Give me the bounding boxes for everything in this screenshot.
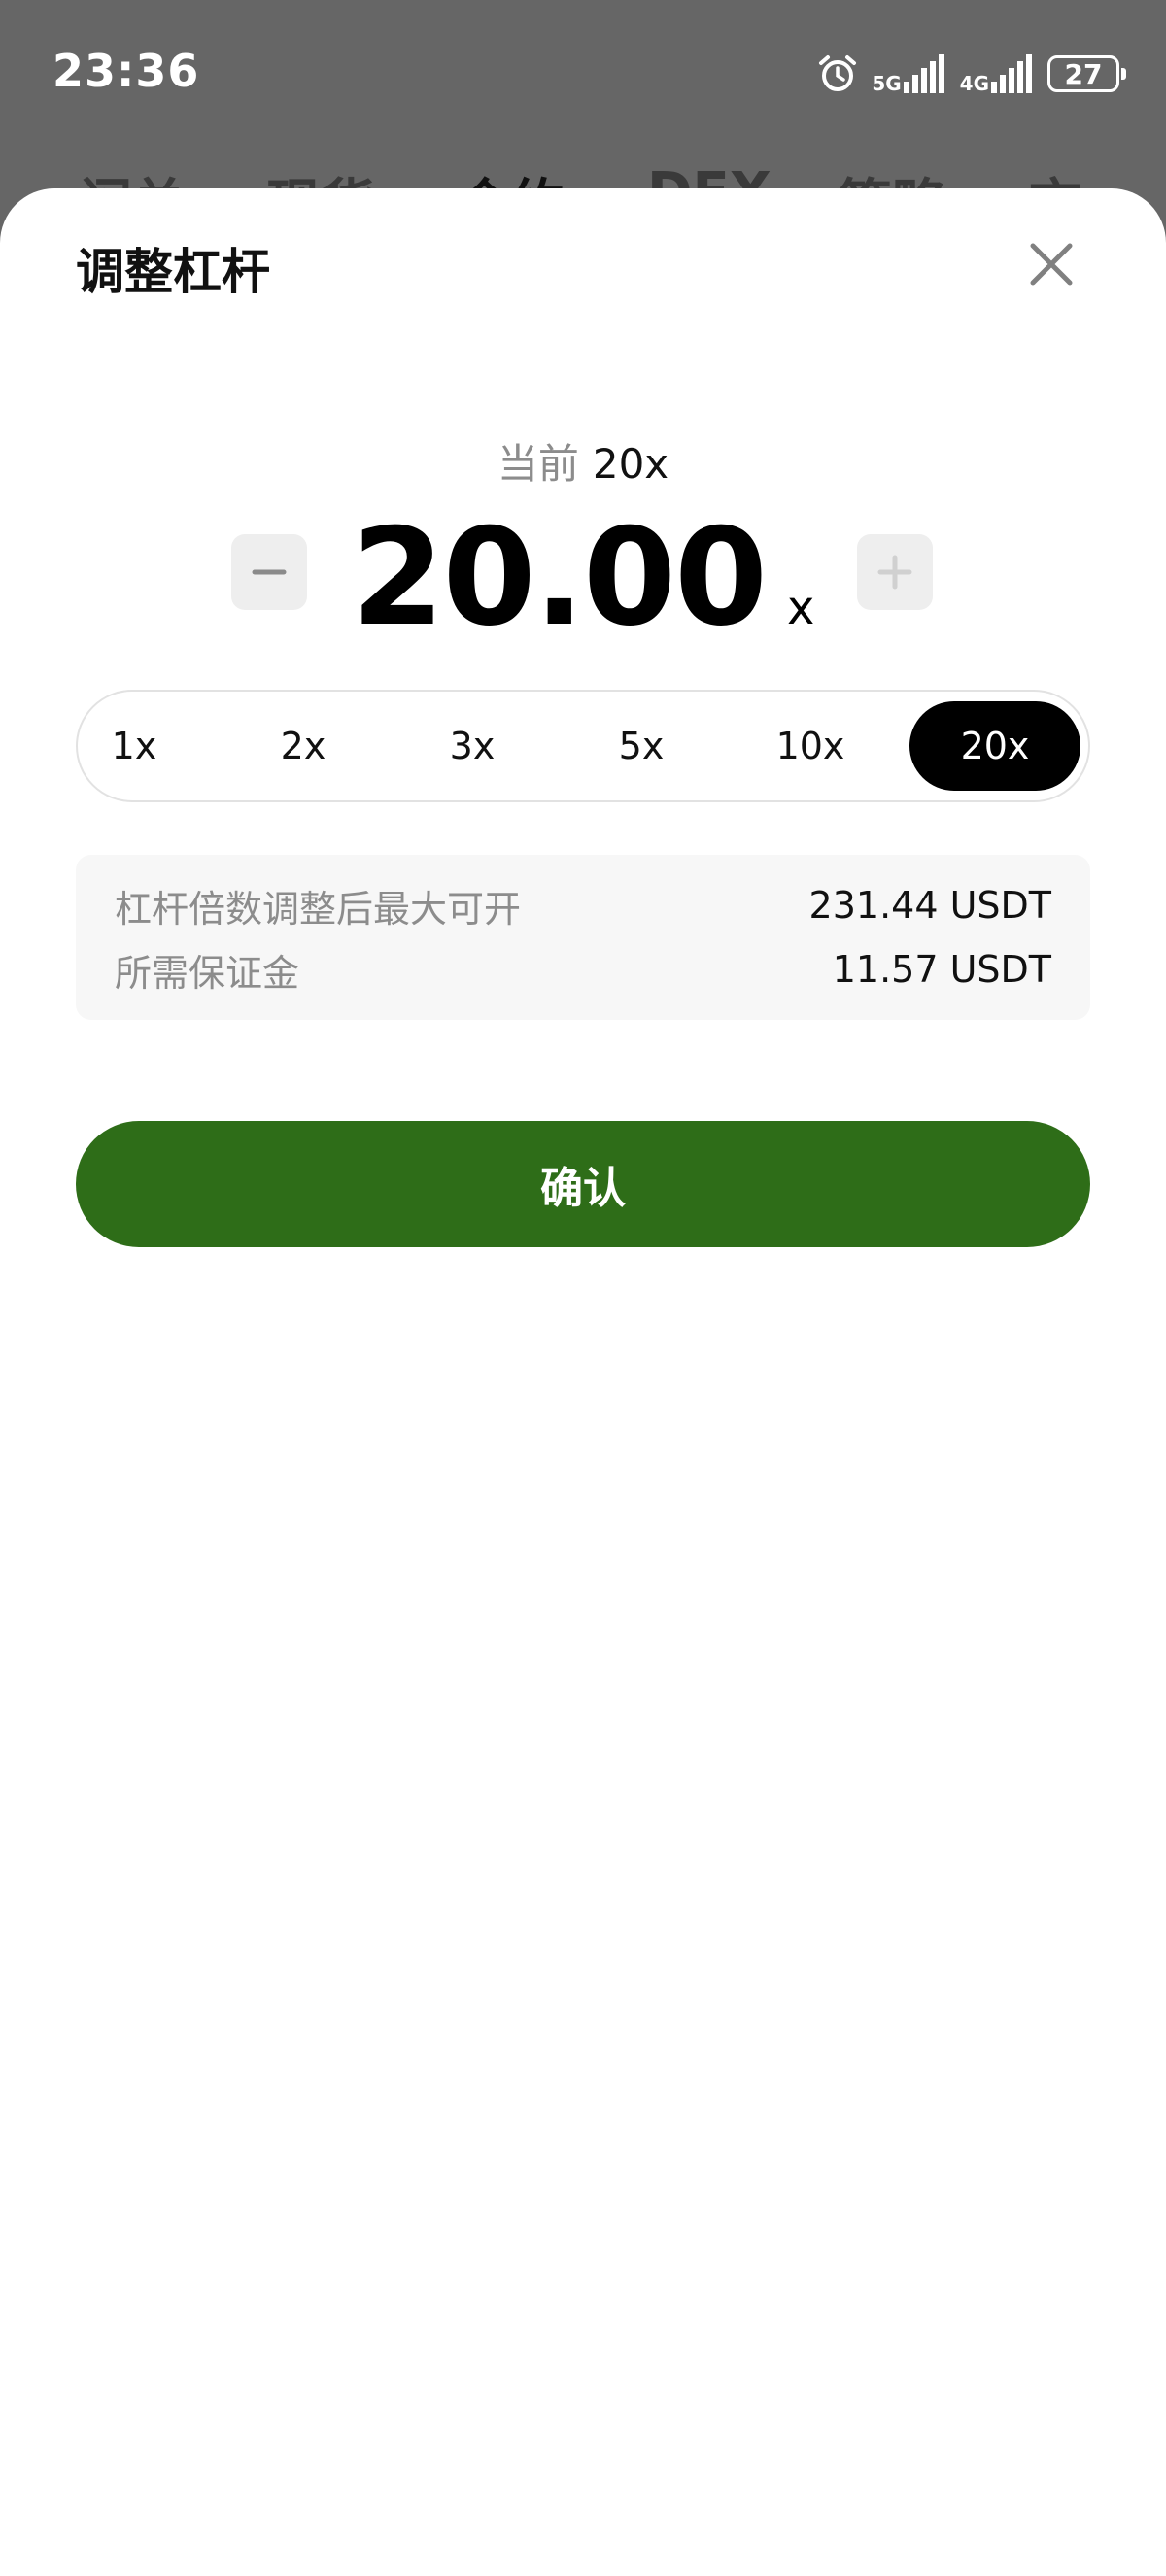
- signal-icon: [991, 54, 1032, 93]
- sheet-title: 调整杠杆: [76, 244, 270, 300]
- preset-1x[interactable]: 1x: [86, 701, 183, 791]
- status-bar: 23:36 5G 4G 27: [0, 0, 1166, 148]
- network-4g: 4G: [960, 54, 1034, 93]
- margin-value: 11.57 USDT: [832, 948, 1051, 991]
- network-5g: 5G: [872, 54, 945, 93]
- status-time: 23:36: [52, 45, 200, 97]
- battery-level: 27: [1064, 57, 1103, 90]
- preset-5x[interactable]: 5x: [593, 701, 690, 791]
- max-open-value: 231.44 USDT: [808, 884, 1051, 927]
- leverage-info-box: 杠杆倍数调整后最大可开 231.44 USDT 所需保证金 11.57 USDT: [76, 855, 1090, 1020]
- close-button[interactable]: [1024, 237, 1079, 291]
- max-open-label: 杠杆倍数调整后最大可开: [115, 887, 522, 931]
- leverage-value[interactable]: 20.00 x: [321, 499, 845, 656]
- decrease-leverage-button[interactable]: [231, 534, 307, 610]
- current-leverage-label: 当前: [497, 440, 579, 488]
- network-5g-label: 5G: [872, 72, 902, 95]
- network-4g-label: 4G: [959, 72, 989, 95]
- adjust-leverage-sheet: 调整杠杆 当前 20x 20.00 x 1x 2x 3x 5x 10x 20x 杠杆…: [0, 188, 1166, 2576]
- leverage-preset-bar: 1x 2x 3x 5x 10x 20x: [76, 690, 1090, 802]
- current-leverage-value: 20x: [592, 440, 669, 488]
- info-row-margin: 所需保证金 11.57 USDT: [115, 942, 1051, 997]
- preset-2x[interactable]: 2x: [255, 701, 352, 791]
- confirm-button[interactable]: 确认: [76, 1121, 1090, 1247]
- info-row-max-open: 杠杆倍数调整后最大可开 231.44 USDT: [115, 878, 1051, 932]
- battery-icon: 27: [1047, 55, 1126, 92]
- alarm-icon: [819, 55, 857, 91]
- close-icon: [1030, 243, 1073, 286]
- leverage-number: 20.00: [351, 499, 769, 656]
- minus-icon: [252, 569, 287, 575]
- increase-leverage-button[interactable]: [857, 534, 933, 610]
- leverage-unit: x: [787, 581, 815, 635]
- plus-icon: [877, 555, 912, 590]
- preset-20x[interactable]: 20x: [909, 701, 1080, 791]
- margin-label: 所需保证金: [115, 951, 300, 995]
- preset-3x[interactable]: 3x: [424, 701, 521, 791]
- current-leverage: 当前 20x: [0, 431, 1166, 491]
- preset-10x[interactable]: 10x: [762, 701, 859, 791]
- signal-icon: [903, 54, 944, 93]
- status-icons: 5G 4G 27: [817, 49, 1126, 99]
